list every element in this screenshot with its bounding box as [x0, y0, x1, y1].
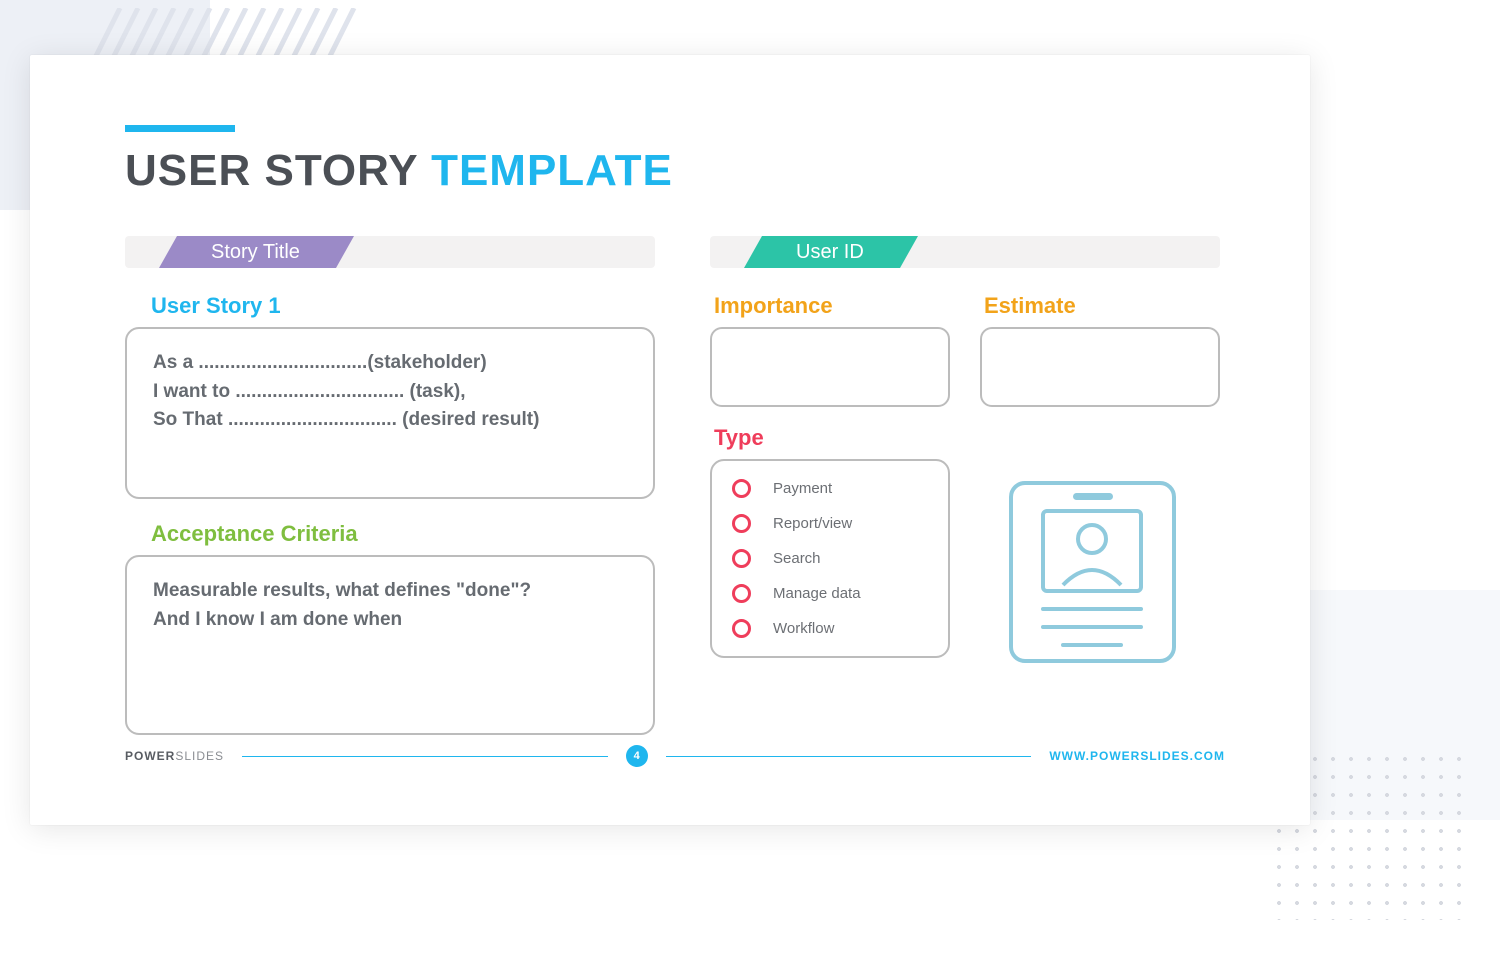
user-story-box[interactable]: As a ................................(st… [125, 327, 655, 499]
brand-thin: SLIDES [175, 749, 224, 763]
criteria-line-2: And I know I am done when [153, 606, 627, 635]
footer-brand: POWERSLIDES [125, 749, 224, 763]
footer-line-right [666, 756, 1032, 757]
criteria-line-1: Measurable results, what defines "done"? [153, 577, 627, 606]
type-text: Search [773, 550, 821, 567]
type-text: Payment [773, 480, 832, 497]
radio-icon [732, 619, 751, 638]
footer-line-left [242, 756, 608, 757]
radio-icon [732, 514, 751, 533]
importance-label: Importance [714, 293, 950, 319]
type-text: Report/view [773, 515, 852, 532]
brand-bold: POWER [125, 749, 175, 763]
user-id-bar: User ID [710, 236, 1220, 268]
story-line-2: I want to ..............................… [153, 378, 627, 407]
estimate-box[interactable] [980, 327, 1220, 407]
type-option-workflow[interactable]: Workflow [732, 619, 928, 638]
page-title: USER STORY TEMPLATE [125, 146, 1225, 196]
type-option-manage[interactable]: Manage data [732, 584, 928, 603]
story-title-bar: Story Title [125, 236, 655, 268]
type-option-report[interactable]: Report/view [732, 514, 928, 533]
type-text: Manage data [773, 585, 861, 602]
title-part2: TEMPLATE [431, 146, 673, 195]
type-text: Workflow [773, 620, 834, 637]
title-accent-bar [125, 125, 235, 132]
radio-icon [732, 584, 751, 603]
acceptance-criteria-label: Acceptance Criteria [151, 521, 655, 547]
radio-icon [732, 479, 751, 498]
id-card-icon [1005, 477, 1180, 672]
acceptance-criteria-box[interactable]: Measurable results, what defines "done"?… [125, 555, 655, 735]
user-id-tab: User ID [762, 236, 900, 268]
type-label: Type [714, 425, 1220, 451]
importance-box[interactable] [710, 327, 950, 407]
story-line-1: As a ................................(st… [153, 349, 627, 378]
footer-site: WWW.POWERSLIDES.COM [1049, 749, 1225, 763]
page-number: 4 [626, 745, 648, 767]
type-box: Payment Report/view Search Manage data [710, 459, 950, 658]
radio-icon [732, 549, 751, 568]
title-part1: USER STORY [125, 146, 418, 195]
user-story-label: User Story 1 [151, 293, 655, 319]
estimate-label: Estimate [984, 293, 1220, 319]
story-title-tab: Story Title [177, 236, 336, 268]
slide-card: USER STORY TEMPLATE Story Title User Sto… [30, 55, 1310, 825]
slide-footer: POWERSLIDES 4 WWW.POWERSLIDES.COM [125, 745, 1225, 767]
story-line-3: So That ................................… [153, 406, 627, 435]
type-option-search[interactable]: Search [732, 549, 928, 568]
type-option-payment[interactable]: Payment [732, 479, 928, 498]
